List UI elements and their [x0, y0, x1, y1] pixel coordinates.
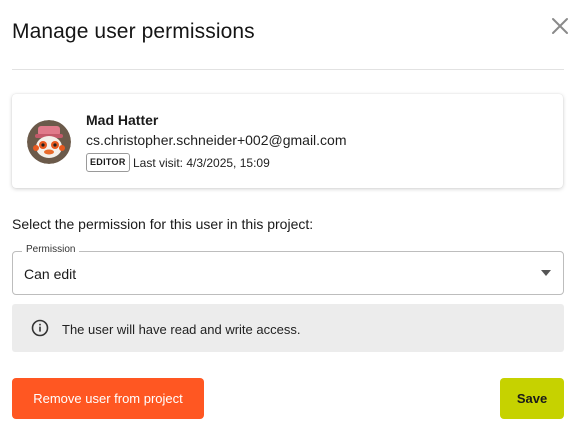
- permission-value: Can edit: [24, 266, 77, 282]
- remove-user-button[interactable]: Remove user from project: [12, 378, 204, 419]
- info-notice: The user will have read and write access…: [12, 304, 564, 352]
- last-visit: Last visit: 4/3/2025, 15:09: [133, 156, 270, 170]
- header-divider: [12, 69, 564, 70]
- user-email: cs.christopher.schneider+002@gmail.com: [86, 132, 347, 148]
- user-name: Mad Hatter: [86, 112, 159, 128]
- avatar: [27, 120, 71, 164]
- permission-prompt: Select the permission for this user in t…: [12, 216, 314, 232]
- chevron-down-icon: [541, 270, 551, 276]
- close-icon[interactable]: [548, 14, 572, 38]
- info-text: The user will have read and write access…: [62, 322, 301, 337]
- dialog-title: Manage user permissions: [12, 20, 255, 43]
- permission-label: Permission: [22, 244, 80, 255]
- info-icon: [31, 319, 49, 337]
- permission-select[interactable]: Permission Can edit: [12, 244, 564, 295]
- role-badge: EDITOR: [86, 153, 130, 172]
- manage-permissions-dialog: Manage user permissions Mad Hatter cs.ch…: [0, 0, 576, 434]
- save-button[interactable]: Save: [500, 378, 564, 419]
- user-card: Mad Hatter cs.christopher.schneider+002@…: [12, 94, 563, 188]
